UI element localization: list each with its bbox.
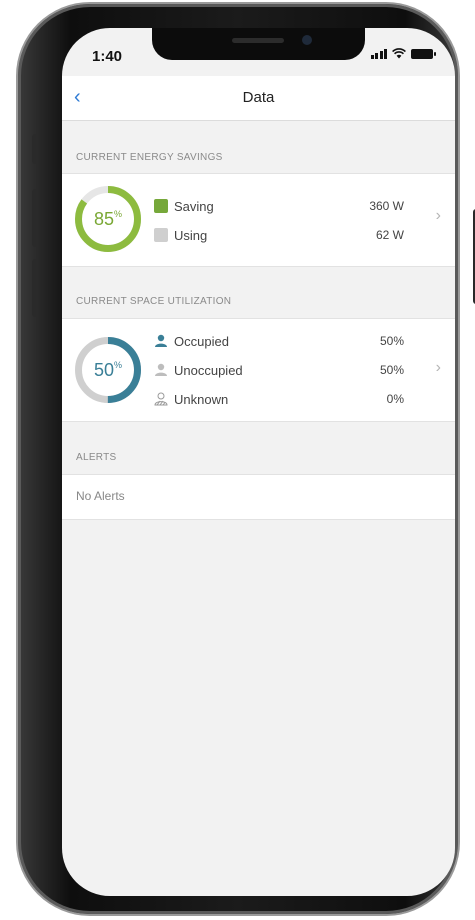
mute-switch [32,134,38,164]
person-hatched-icon [154,392,168,406]
alerts-empty-row: No Alerts [62,474,455,520]
page-title: Data [242,89,275,106]
status-icons [370,48,436,59]
chevron-right-icon[interactable]: › [436,207,441,225]
signal-icon [370,48,387,59]
space-card[interactable]: 50% Occupied 50% Unoccupied 50% Unknown … [62,318,455,422]
no-alerts-text: No Alerts [76,489,125,503]
occupied-row: Occupied 50% [154,331,404,351]
energy-savings-ring: 85% [73,184,143,254]
unknown-value: 0% [386,392,404,406]
chevron-right-icon[interactable]: › [436,359,441,377]
status-time: 1:40 [92,48,123,65]
notch [152,28,365,60]
energy-card[interactable]: 85% Saving 360 W Using 62 W › [62,173,455,267]
saving-row: Saving 360 W [154,196,404,216]
volume-up-button [32,189,38,247]
using-label: Using [174,227,208,243]
unoccupied-row: Unoccupied 50% [154,360,404,380]
energy-percent: 85% [93,208,123,229]
unknown-label: Unknown [174,391,229,407]
using-row: Using 62 W [154,225,404,245]
saving-label: Saving [174,198,214,214]
space-section-header: CURRENT SPACE UTILIZATION [76,296,232,307]
using-value: 62 W [375,228,404,242]
person-icon [155,363,167,376]
energy-section-header: CURRENT ENERGY SAVINGS [76,152,223,163]
nav-bar: ‹ Data [62,76,455,121]
front-camera [302,35,312,45]
alerts-section-header: ALERTS [76,452,117,463]
space-percent: 50% [93,359,123,380]
saving-value: 360 W [369,199,404,213]
space-utilization-ring: 50% [73,335,143,405]
battery-icon [411,48,436,59]
screen: 1:40 ‹ Data CURRENT ENERGY SAVINGS 85 % … [62,28,455,896]
wifi-icon [392,48,406,59]
occupied-value: 50% [379,334,404,348]
volume-down-button [32,259,38,317]
unoccupied-value: 50% [379,363,404,377]
person-icon [155,334,167,347]
saving-swatch [154,199,168,213]
unoccupied-label: Unoccupied [174,362,243,378]
speaker-grille [232,38,284,43]
phone-frame: 1:40 ‹ Data CURRENT ENERGY SAVINGS 85 % … [18,4,475,914]
unknown-row: Unknown 0% [154,389,404,409]
using-swatch [154,228,168,242]
occupied-label: Occupied [174,333,229,349]
